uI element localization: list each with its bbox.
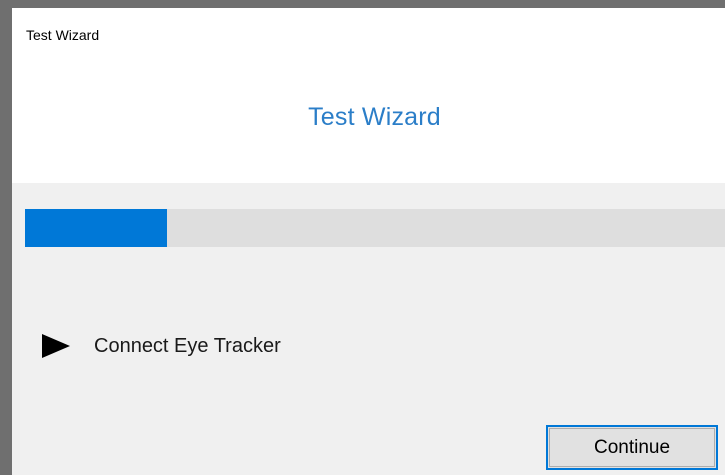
step-label: Connect Eye Tracker bbox=[94, 334, 281, 357]
wizard-header: Test Wizard bbox=[12, 48, 725, 183]
window-title: Test Wizard bbox=[26, 27, 100, 43]
play-icon bbox=[42, 334, 70, 358]
continue-button[interactable]: Continue bbox=[546, 425, 718, 470]
title-bar[interactable]: Test Wizard bbox=[12, 8, 725, 48]
wizard-content: Connect Eye Tracker Continue bbox=[12, 183, 725, 475]
progress-bar bbox=[25, 209, 725, 247]
wizard-window: Test Wizard Test Wizard Connect Eye Trac… bbox=[0, 0, 725, 475]
current-step: Connect Eye Tracker bbox=[42, 331, 281, 361]
progress-bar-fill bbox=[25, 209, 167, 247]
page-title: Test Wizard bbox=[308, 103, 441, 131]
